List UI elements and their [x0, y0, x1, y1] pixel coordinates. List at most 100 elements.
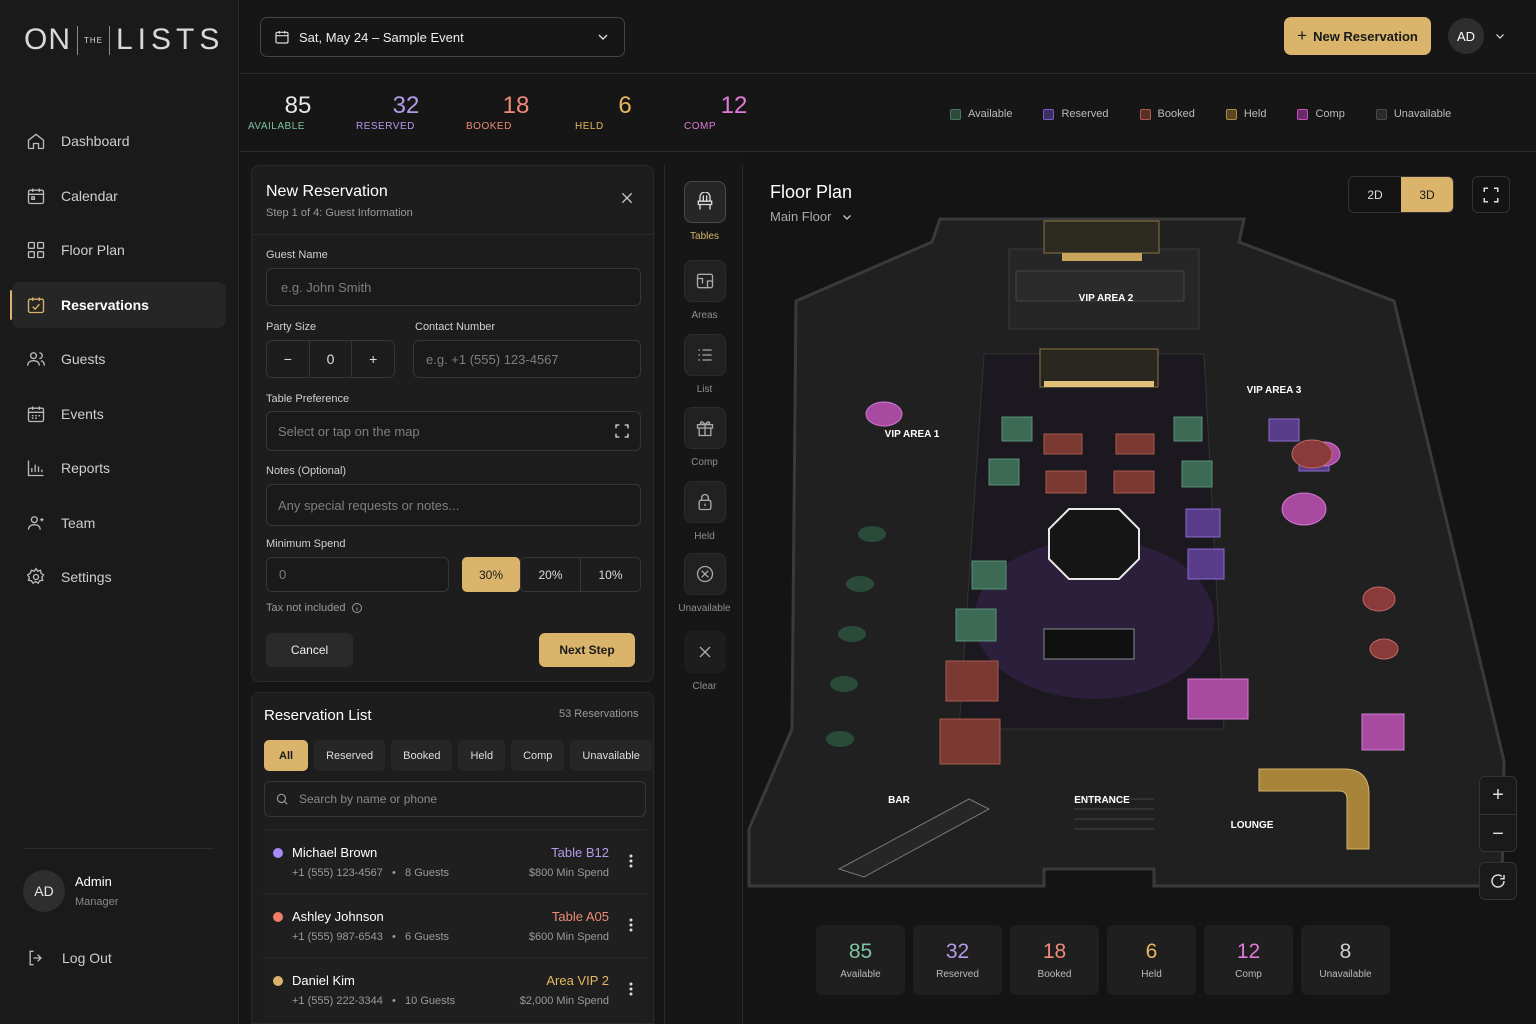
area-label-vip-2: VIP AREA 2: [1079, 293, 1134, 304]
legend-unavailable: Unavailable: [1375, 108, 1451, 120]
stat-label: COMP: [684, 121, 716, 132]
filter-booked[interactable]: Booked: [391, 740, 453, 771]
reset-view-button[interactable]: [1479, 862, 1517, 900]
tool-tables[interactable]: Tables: [665, 181, 744, 242]
tool-label: Comp: [691, 457, 718, 468]
user-profile[interactable]: AD Admin Manager: [23, 870, 118, 912]
filter-held[interactable]: Held: [458, 740, 506, 771]
top-header: Sat, May 24 – Sample Event + New Reserva…: [240, 0, 1536, 74]
notes-input[interactable]: Any special requests or notes...: [266, 484, 641, 526]
floor-selector-value: Main Floor: [770, 209, 832, 224]
decrement-button[interactable]: −: [267, 341, 309, 377]
info-icon[interactable]: [351, 602, 363, 614]
more-icon[interactable]: [629, 854, 633, 868]
list-item[interactable]: Michael Brown +1 (555) 123-4567 • 8 Gues…: [263, 829, 647, 891]
tool-comp[interactable]: Comp: [665, 407, 744, 468]
pct-option-10[interactable]: 10%: [580, 557, 641, 592]
tool-label: Areas: [691, 310, 718, 321]
next-step-button[interactable]: Next Step: [539, 633, 635, 667]
stat-label: HELD: [575, 121, 604, 132]
filter-all[interactable]: All: [264, 740, 309, 771]
increment-button[interactable]: +: [352, 341, 394, 377]
sidebar-item-reports[interactable]: Reports: [12, 445, 226, 491]
zoom-in-button[interactable]: +: [1480, 777, 1516, 815]
table-preference-input[interactable]: Select or tap on the map: [266, 411, 641, 451]
sidebar-item-calendar[interactable]: Calendar: [12, 173, 226, 219]
table-label: Table B12: [551, 845, 609, 860]
area-label-lounge: LOUNGE: [1231, 820, 1274, 831]
header-avatar[interactable]: AD: [1448, 18, 1484, 54]
tool-label: Tables: [690, 231, 719, 242]
tool-list[interactable]: List: [665, 334, 744, 395]
sidebar-item-settings[interactable]: Settings: [12, 554, 226, 600]
brand-logo[interactable]: ON THE LISTS: [24, 22, 224, 58]
cancel-button[interactable]: Cancel: [266, 633, 353, 667]
guest-name-input[interactable]: e.g. John Smith: [266, 268, 641, 306]
expand-icon[interactable]: [614, 423, 630, 439]
reservation-list-panel: Reservation List 53 Reservations All Res…: [251, 692, 654, 1024]
sidebar-item-label: Reports: [61, 460, 111, 476]
floor-selector[interactable]: Main Floor: [770, 209, 853, 224]
min-spend-label: Minimum Spend: [266, 538, 346, 550]
sidebar-item-reservations[interactable]: Reservations: [10, 281, 226, 328]
stat-label: BOOKED: [466, 121, 512, 132]
sidebar-item-events[interactable]: Events: [12, 391, 226, 437]
guest-count: 6 Guests: [405, 931, 450, 943]
zoom-out-button[interactable]: −: [1480, 815, 1516, 853]
view-2d-button[interactable]: 2D: [1349, 177, 1401, 212]
legend-label: Booked: [1157, 108, 1195, 120]
event-selector[interactable]: Sat, May 24 – Sample Event: [260, 17, 625, 57]
area-label-vip-1: VIP AREA 1: [885, 429, 940, 440]
filter-comp[interactable]: Comp: [511, 740, 565, 771]
filter-unavailable[interactable]: Unavailable: [570, 740, 652, 771]
gift-icon: [696, 421, 713, 437]
filter-chips: All Reserved Booked Held Comp Unavailabl…: [264, 740, 652, 771]
team-icon: [27, 515, 44, 530]
tool-clear[interactable]: Clear: [665, 631, 744, 692]
contact-input[interactable]: e.g. +1 (555) 123-4567: [413, 340, 641, 378]
guest-phone: +1 (555) 222-3344: [292, 995, 383, 1007]
list-item[interactable]: Ashley Johnson +1 (555) 987-6543 • 6 Gue…: [263, 893, 647, 955]
list-item[interactable]: Daniel Kim +1 (555) 222-3344 • 10 Guests…: [263, 957, 647, 1019]
sidebar-item-dashboard[interactable]: Dashboard: [12, 118, 226, 164]
sidebar-item-label: Team: [61, 514, 96, 531]
chevron-down-icon[interactable]: [1494, 30, 1506, 42]
min-spend-input[interactable]: 0: [266, 557, 449, 592]
more-icon[interactable]: [629, 982, 633, 996]
sidebar-item-floor-plan[interactable]: Floor Plan: [12, 227, 226, 273]
tool-unavailable[interactable]: Unavailable: [665, 553, 744, 614]
legend-held: Held: [1225, 108, 1266, 120]
view-3d-button[interactable]: 3D: [1401, 177, 1453, 212]
sidebar-item-team[interactable]: Team: [12, 500, 226, 546]
vip-2-bar: [1043, 220, 1160, 254]
filter-reserved[interactable]: Reserved: [314, 740, 386, 771]
more-icon[interactable]: [629, 918, 633, 932]
search-input[interactable]: Search by name or phone: [264, 781, 646, 817]
sidebar-item-guests[interactable]: Guests: [12, 336, 226, 382]
stat-value: 12: [720, 92, 748, 119]
notes-label: Notes (Optional): [266, 465, 347, 477]
close-icon: [699, 646, 710, 658]
new-reservation-button[interactable]: + New Reservation: [1284, 17, 1431, 55]
party-size-value[interactable]: 0: [308, 341, 353, 377]
list-icon: [697, 349, 712, 361]
legend-label: Available: [968, 108, 1013, 120]
tool-label: List: [696, 384, 713, 395]
stat-comp: 12 COMP: [684, 92, 784, 133]
floor-stat-label: Comp: [1235, 969, 1262, 980]
fullscreen-button[interactable]: [1472, 176, 1510, 213]
guest-name-label: Guest Name: [266, 249, 328, 261]
pct-option-20[interactable]: 20%: [520, 557, 581, 592]
dj-booth: [1048, 508, 1140, 580]
logout-button[interactable]: Log Out: [26, 948, 112, 968]
guest-name: Michael Brown: [292, 845, 378, 860]
legend-label: Reserved: [1061, 108, 1109, 120]
tool-areas[interactable]: Areas: [665, 260, 744, 321]
floor-plan-view: VIP AREA 2 VIP AREA 1 VIP AREA 3 BAR ENT…: [744, 153, 1536, 1024]
close-icon[interactable]: [619, 190, 635, 206]
pct-option-30[interactable]: 30%: [462, 557, 520, 592]
tool-held[interactable]: Held: [665, 481, 744, 542]
floor-plan-map[interactable]: VIP AREA 2 VIP AREA 1 VIP AREA 3 BAR ENT…: [744, 209, 1536, 899]
floor-stat-value: 32: [945, 940, 970, 963]
guest-phone: +1 (555) 987-6543: [292, 931, 383, 943]
